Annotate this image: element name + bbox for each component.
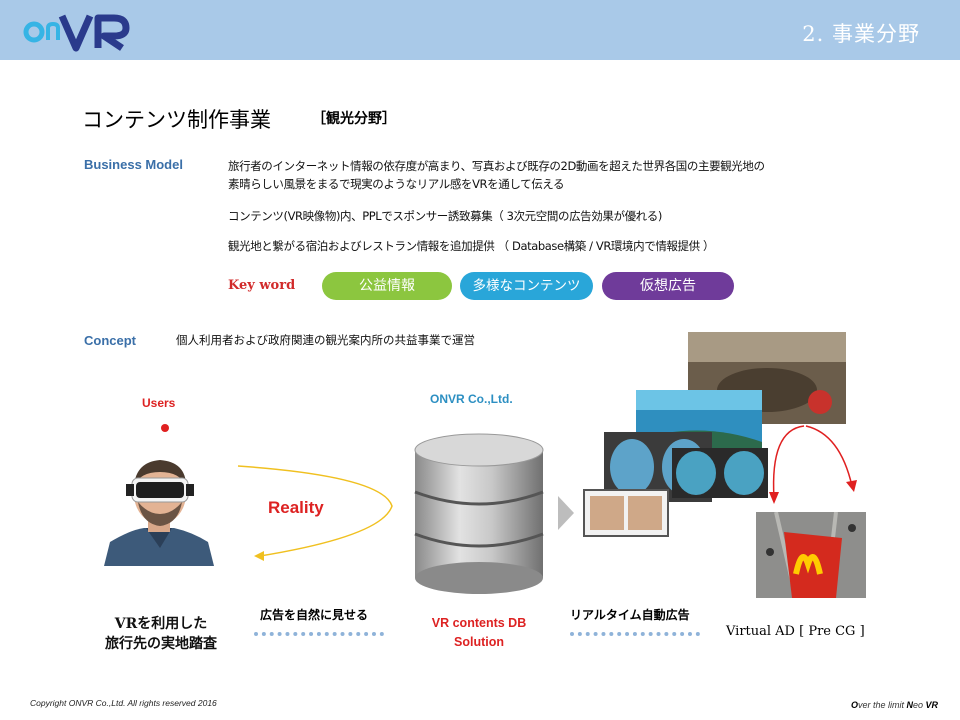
business-model-line: 旅行者のインターネット情報の依存度が高まり、写真および既存の2D動画を超えた世界… (228, 159, 765, 173)
caption-db-line1: VR contents DB (431, 616, 527, 630)
database-cylinder-icon (414, 433, 544, 594)
business-model-line: 素晴らしい風景をまるで現実のようなリアル感をVRを通して伝える (228, 177, 565, 191)
dotted-divider (570, 632, 700, 636)
business-model-label: Business Model (84, 157, 183, 172)
caption-realtime-ad: リアルタイム自動広告 (570, 608, 690, 622)
business-model-line: コンテンツ(VR映像物)内、PPLでスポンサー誘致募集（ 3次元空間の広告効果が… (228, 209, 662, 223)
tagline-part: eo (912, 700, 926, 710)
concept-text: 個人利用者および政府関連の観光案内所の共益事業で運営 (176, 333, 475, 347)
vr-headset-user-photo (100, 446, 218, 566)
caption-natural-ad: 広告を自然に見せる (260, 608, 369, 622)
tagline-part: O (850, 700, 858, 710)
business-model-line: 観光地と繋がる宿泊およびレストラン情報を追加提供 （ Database構築 / … (228, 239, 715, 253)
company-label: ONVR Co.,Ltd. (430, 392, 513, 406)
keyword-pill-virtual-ad: 仮想広告 (602, 272, 734, 300)
users-label: Users (142, 396, 176, 410)
caption-user-line1: VRを利用した (114, 616, 208, 632)
caption-user-fieldwork: VRを利用した 旅行先の実地踏査 (96, 614, 226, 654)
copyright-text: Copyright ONVR Co.,Ltd. All rights reser… (30, 698, 217, 708)
red-dot-marker (161, 424, 169, 432)
tagline-part: ver the limit (857, 700, 907, 710)
red-arrows (769, 425, 857, 504)
section-title: 2. 事業分野 (802, 22, 920, 46)
play-arrow-icon (558, 496, 574, 530)
caption-user-line2: 旅行先の実地踏査 (105, 636, 217, 652)
keyword-label: Key word (228, 278, 296, 293)
mcdonalds-ad-photo (756, 512, 866, 598)
page-title: コンテンツ制作事業 (82, 108, 271, 132)
header-bar: 2. 事業分野 (0, 0, 960, 60)
caption-virtual-ad: Virtual AD [ Pre CG ] (726, 624, 865, 639)
dotted-divider (254, 632, 384, 636)
onvr-logo (23, 14, 130, 52)
keyword-pill-diverse-content: 多様なコンテンツ (460, 272, 593, 300)
reality-label: Reality (268, 498, 324, 517)
page-subtitle: ［観光分野］ (312, 111, 396, 127)
caption-db-solution: VR contents DB Solution (420, 614, 538, 652)
tagline: Over the limit Neo VR (851, 700, 938, 710)
caption-db-line2: Solution (454, 635, 504, 649)
concept-label: Concept (84, 333, 136, 348)
tagline-part: VR (925, 700, 938, 710)
keyword-pill-public-info: 公益情報 (322, 272, 452, 300)
